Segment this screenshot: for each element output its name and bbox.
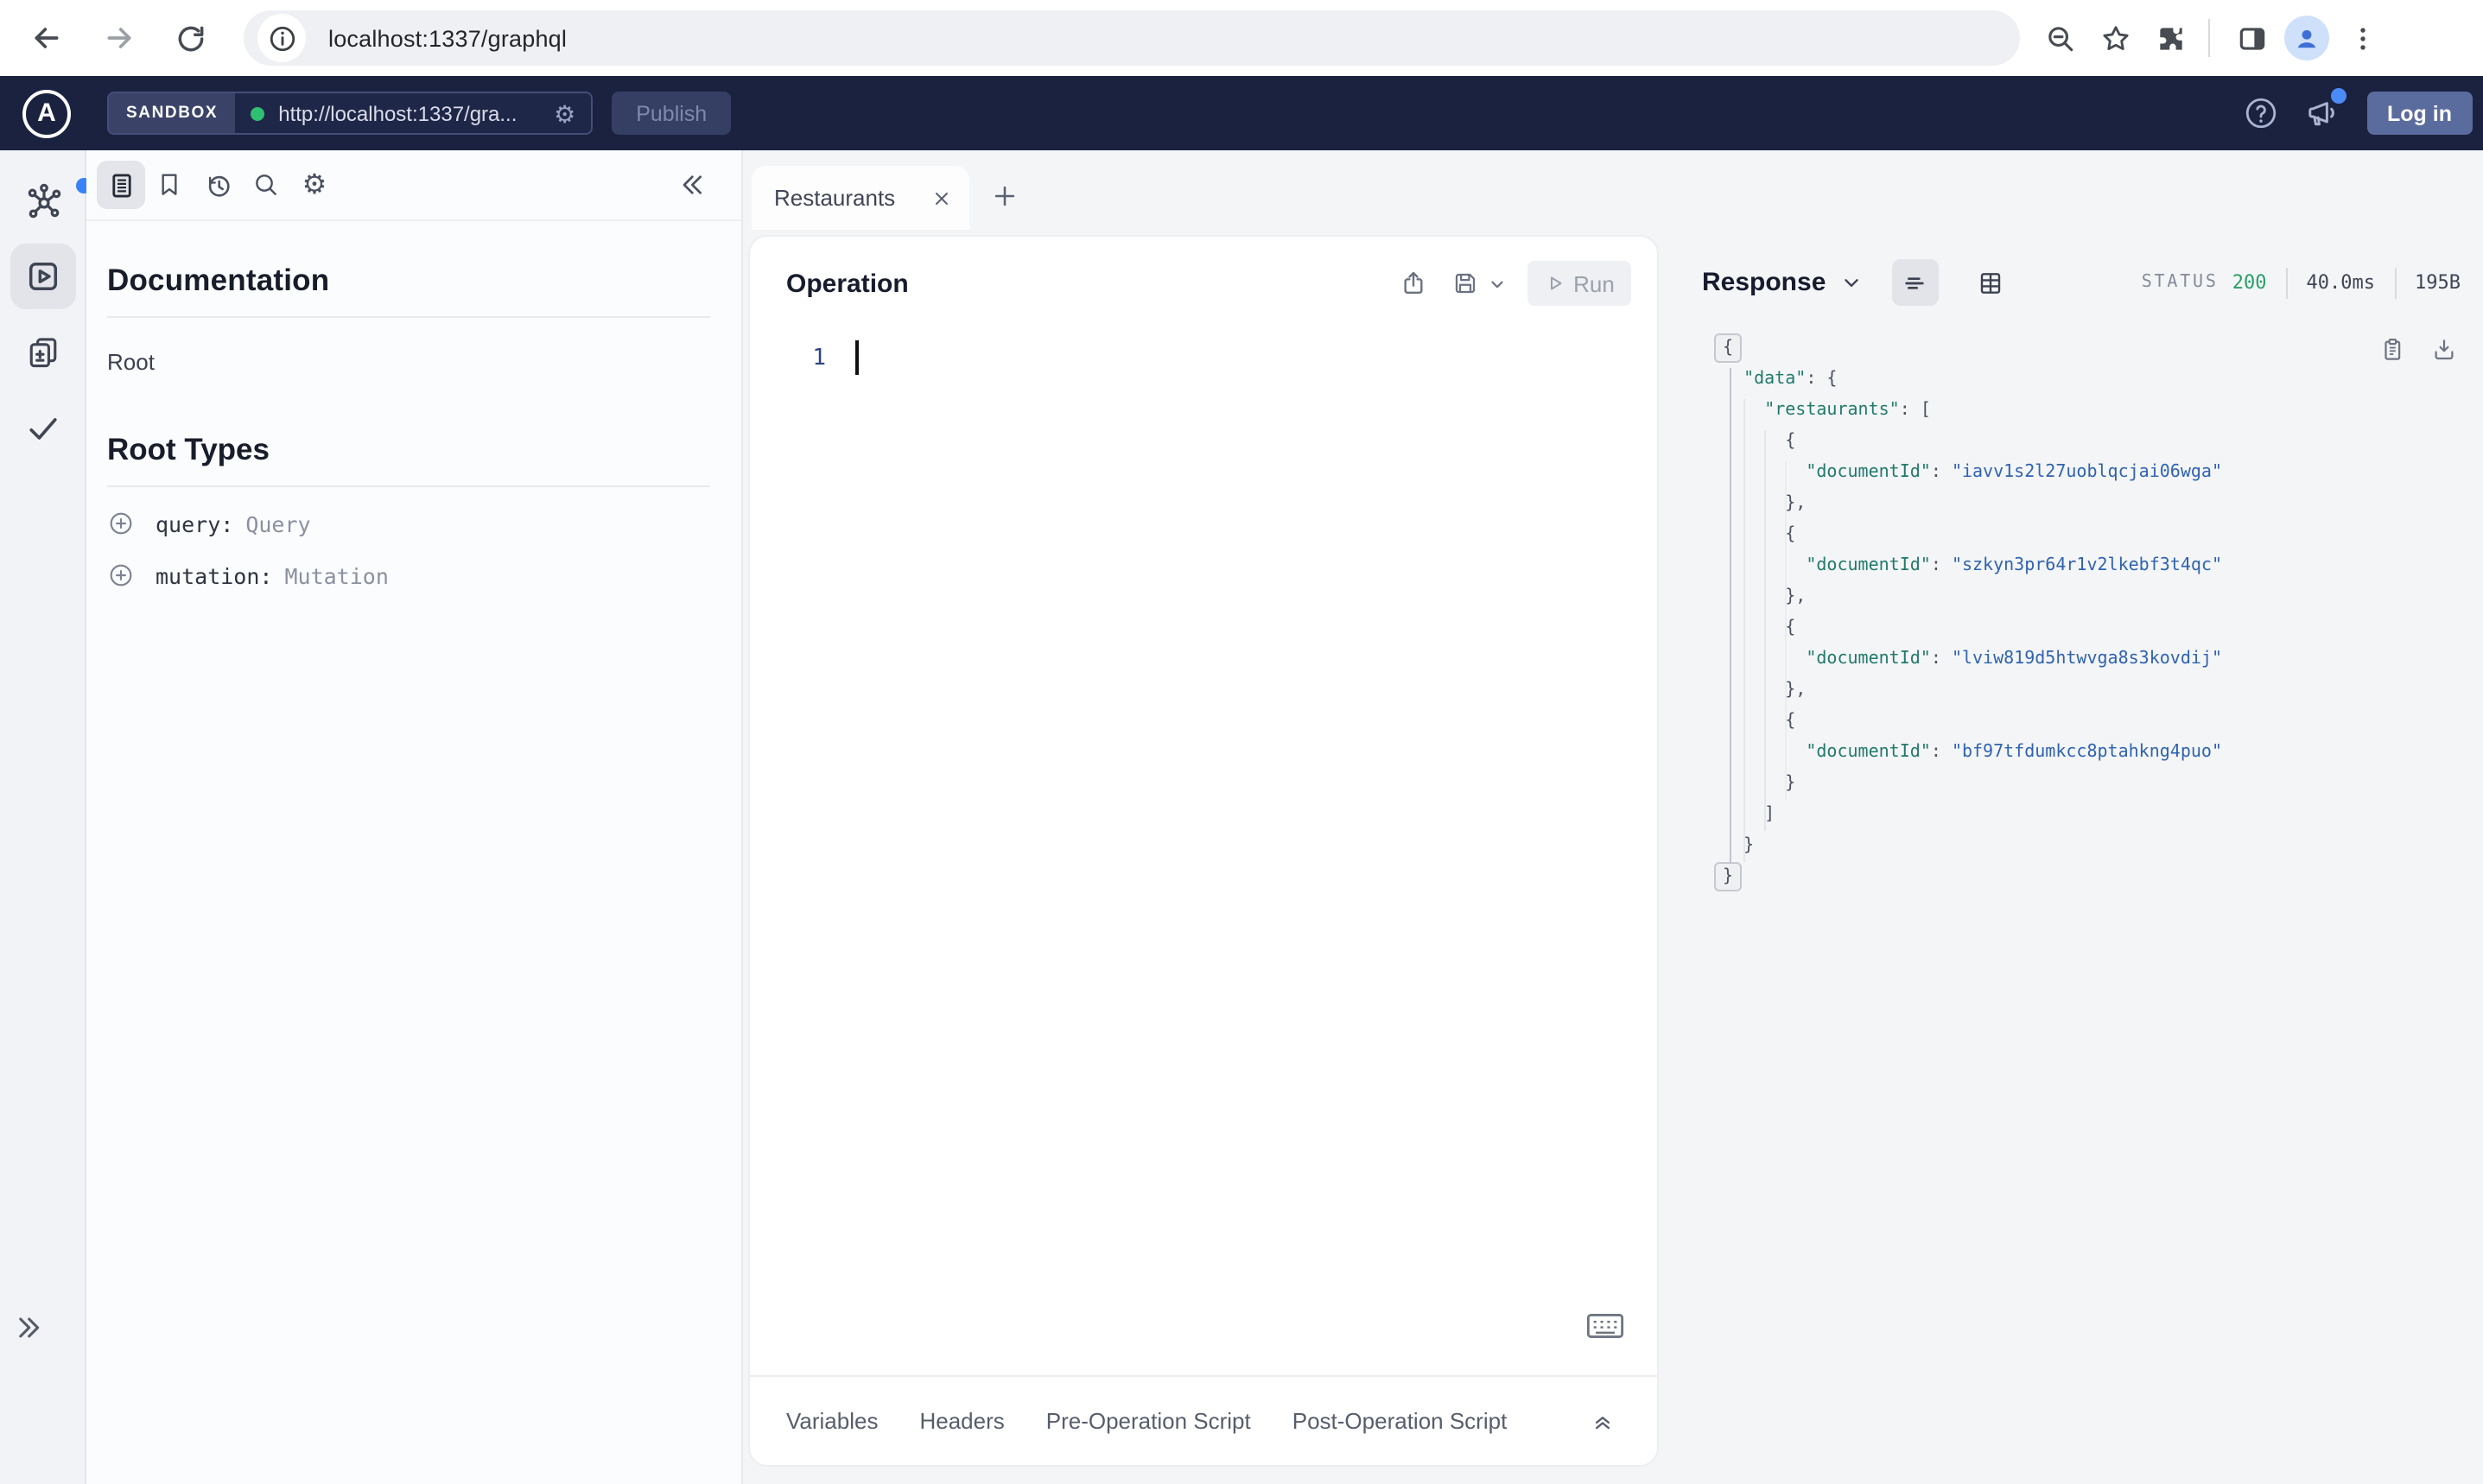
mutation-type-link[interactable]: Mutation — [284, 562, 388, 588]
extensions-icon[interactable] — [2144, 12, 2196, 64]
rail-explorer-icon[interactable] — [10, 244, 76, 309]
endpoint-input[interactable]: http://localhost:1337/gra... ⚙ — [235, 93, 592, 133]
root-types-title: Root Types — [107, 432, 270, 466]
bookmark-star-icon[interactable] — [2089, 12, 2141, 64]
endpoint-settings-gear-icon[interactable]: ⚙ — [554, 101, 575, 125]
divider — [107, 485, 710, 487]
login-button[interactable]: Log in — [2366, 92, 2473, 135]
tab-headers[interactable]: Headers — [919, 1408, 1004, 1434]
status-label: STATUS — [2141, 273, 2219, 292]
apollo-header: A SANDBOX http://localhost:1337/gra... ⚙… — [0, 76, 2483, 150]
endpoint-url-text[interactable]: http://localhost:1337/gra... — [278, 101, 543, 125]
announcements-icon[interactable] — [2304, 88, 2346, 131]
add-query-icon[interactable] — [107, 510, 135, 537]
response-dropdown-chevron-icon[interactable] — [1839, 271, 1862, 294]
profile-avatar[interactable] — [2281, 12, 2333, 64]
tab-post-operation-script[interactable]: Post-Operation Script — [1292, 1408, 1508, 1434]
browser-toolbar-right — [2030, 12, 2388, 64]
save-dropdown-chevron-icon[interactable] — [1488, 274, 1507, 293]
avatar — [2284, 16, 2329, 60]
response-header: Response STATUS 200 40.0ms 195B — [1657, 237, 2483, 306]
browser-chrome: localhost:1337/graphql — [0, 0, 2483, 76]
tab-pre-operation-script[interactable]: Pre-Operation Script — [1046, 1408, 1251, 1434]
root-type-query-row[interactable]: query: Query — [107, 508, 710, 539]
docs-body: Documentation Root Root Types query: Que… — [86, 263, 741, 591]
divider — [2285, 267, 2288, 298]
root-type-mutation-row[interactable]: mutation: Mutation — [107, 560, 710, 591]
browser-forward-icon[interactable] — [93, 12, 145, 64]
browser-reload-icon[interactable] — [164, 12, 216, 64]
response-duration: 40.0ms — [2306, 271, 2376, 294]
sandbox-badge: SANDBOX — [109, 93, 236, 133]
mutation-field-name[interactable]: mutation: — [156, 562, 272, 588]
help-icon[interactable] — [2242, 95, 2278, 131]
operation-title: Operation — [786, 269, 909, 298]
side-panel-icon[interactable] — [2226, 12, 2277, 64]
run-label: Run — [1573, 270, 1615, 296]
announcement-notification-dot — [2330, 88, 2346, 104]
response-raw-view-icon[interactable] — [1891, 259, 1939, 306]
rail-changesets-icon[interactable] — [10, 320, 76, 385]
publish-button[interactable]: Publish — [612, 92, 732, 135]
bookmarks-tab-icon[interactable] — [145, 161, 194, 209]
main-area: Restaurants Operation Run 1 Variables He… — [743, 150, 2483, 1484]
rail-checks-icon[interactable] — [10, 396, 76, 461]
site-info-icon[interactable] — [257, 14, 306, 62]
response-json: { "data": { "restaurants": [ { "document… — [1714, 333, 2448, 893]
response-panel: Response STATUS 200 40.0ms 195B {"data"… — [1657, 237, 2483, 1465]
collapse-panel-icon[interactable] — [669, 161, 717, 209]
new-tab-icon[interactable] — [990, 181, 1019, 211]
query-field-name[interactable]: query: — [156, 511, 233, 536]
browser-menu-icon[interactable] — [2336, 12, 2388, 64]
docs-title: Documentation — [107, 263, 330, 297]
browser-back-icon[interactable] — [21, 12, 73, 64]
toolbar-divider — [2208, 19, 2210, 57]
response-table-view-icon[interactable] — [1967, 259, 2014, 306]
docs-toolbar: ⚙ — [86, 150, 741, 221]
settings-tab-icon[interactable]: ⚙ — [290, 161, 339, 209]
operation-header: Operation Run — [750, 237, 1657, 306]
apollo-sandbox-window: localhost:1337/graphql A SANDBOX http://… — [0, 0, 2483, 1484]
apollo-logo: A — [22, 89, 71, 137]
search-tab-icon[interactable] — [242, 161, 290, 209]
zoom-out-icon[interactable] — [2034, 12, 2086, 64]
documentation-panel: ⚙ Documentation Root Root Types query: Q… — [86, 150, 743, 1484]
endpoint-control: SANDBOX http://localhost:1337/gra... ⚙ — [107, 92, 594, 135]
tab-restaurants[interactable]: Restaurants — [752, 166, 969, 230]
divider — [107, 316, 710, 318]
address-bar[interactable]: localhost:1337/graphql — [244, 10, 2020, 66]
operation-panel: Operation Run 1 Variables Headers Pre-Op… — [750, 237, 1657, 1465]
run-button[interactable]: Run — [1527, 261, 1631, 306]
left-rail — [0, 150, 92, 1484]
connection-status-dot — [251, 106, 265, 120]
tab-variables[interactable]: Variables — [786, 1408, 878, 1434]
status-code: 200 — [2232, 271, 2267, 294]
docs-root-link[interactable]: Root — [107, 349, 710, 375]
divider — [2394, 267, 2396, 298]
history-tab-icon[interactable] — [194, 161, 242, 209]
collapse-footer-icon[interactable] — [1590, 1408, 1616, 1434]
response-size: 195B — [2415, 271, 2461, 294]
keyboard-shortcuts-icon[interactable] — [1586, 1311, 1624, 1341]
documentation-tab-icon[interactable] — [97, 161, 145, 209]
operation-footer: Variables Headers Pre-Operation Script P… — [750, 1375, 1657, 1465]
workspace: ⚙ Documentation Root Root Types query: Q… — [0, 150, 2483, 1484]
line-number: 1 — [812, 346, 826, 371]
tab-label[interactable]: Restaurants — [774, 185, 931, 211]
expand-rail-icon[interactable] — [14, 1313, 43, 1342]
close-tab-icon[interactable] — [931, 187, 952, 208]
share-operation-icon[interactable] — [1400, 270, 1427, 297]
response-title: Response — [1702, 268, 1826, 297]
save-operation-icon[interactable] — [1451, 270, 1479, 297]
text-cursor — [855, 340, 859, 375]
url-text[interactable]: localhost:1337/graphql — [328, 25, 567, 51]
response-body[interactable]: { "data": { "restaurants": [ { "document… — [1714, 333, 2448, 893]
rail-schema-icon[interactable] — [10, 168, 92, 233]
add-mutation-icon[interactable] — [107, 561, 135, 589]
query-type-link[interactable]: Query — [245, 511, 310, 536]
